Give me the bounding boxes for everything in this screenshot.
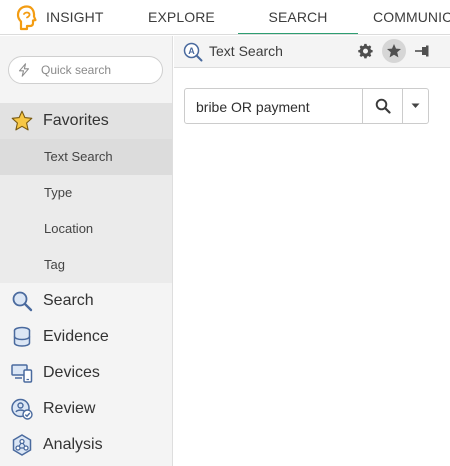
sidebar-item-analysis[interactable]: Analysis	[0, 427, 172, 463]
text-search-input[interactable]	[196, 97, 356, 117]
search-options-dropdown[interactable]	[402, 89, 428, 123]
favorites-list: Text Search Type Location Tag	[0, 139, 172, 283]
sidebar-nav: Favorites Text Search Type Location Tag …	[0, 103, 172, 463]
text-search-box	[184, 88, 429, 124]
sidebar-item-label: Devices	[43, 364, 100, 381]
bolt-icon	[18, 63, 30, 77]
sidebar-item-label: Search	[43, 292, 94, 309]
search-icon	[375, 98, 391, 114]
search-submit-button[interactable]	[362, 89, 402, 123]
settings-button[interactable]	[354, 39, 378, 63]
favorite-item-location[interactable]: Location	[0, 211, 172, 247]
analysis-icon	[12, 434, 32, 456]
sidebar-item-search[interactable]: Search	[0, 283, 172, 319]
sidebar: Favorites Text Search Type Location Tag …	[0, 36, 173, 466]
sidebar-item-label: Evidence	[43, 328, 109, 345]
caret-down-icon	[411, 103, 420, 108]
sidebar-item-label: Analysis	[43, 436, 103, 453]
tab-explore[interactable]: EXPLORE	[148, 0, 215, 34]
sidebar-item-favorites[interactable]: Favorites	[0, 103, 172, 139]
database-icon	[13, 326, 31, 347]
favorites-label: Favorites	[43, 112, 109, 129]
favorite-item-tag[interactable]: Tag	[0, 247, 172, 283]
sidebar-item-review[interactable]: Review	[0, 391, 172, 427]
brand-head-icon[interactable]	[16, 5, 38, 31]
gear-icon	[358, 43, 373, 59]
tab-insight[interactable]: INSIGHT	[46, 0, 103, 34]
quick-search-box[interactable]	[8, 56, 163, 84]
review-icon	[11, 398, 33, 420]
panel-header: A Text Search	[174, 36, 450, 68]
main-panel: A Text Search	[174, 36, 450, 466]
sidebar-item-evidence[interactable]: Evidence	[0, 319, 172, 355]
devices-icon	[11, 364, 33, 383]
text-search-icon: A	[183, 42, 203, 62]
quick-search-input[interactable]	[41, 61, 156, 79]
sidebar-item-label: Review	[43, 400, 96, 417]
svg-text:A: A	[188, 46, 195, 56]
star-icon	[387, 44, 401, 58]
favorite-item-text-search[interactable]: Text Search	[0, 139, 172, 175]
favorite-toggle-button[interactable]	[382, 39, 406, 63]
favorite-item-type[interactable]: Type	[0, 175, 172, 211]
pin-icon	[415, 45, 429, 57]
tab-communications[interactable]: COMMUNIC	[373, 0, 450, 34]
sidebar-item-devices[interactable]: Devices	[0, 355, 172, 391]
pin-button[interactable]	[410, 39, 434, 63]
magnifier-icon	[12, 291, 33, 312]
panel-title: Text Search	[209, 43, 283, 59]
tab-search[interactable]: SEARCH	[238, 0, 358, 34]
top-navigation: INSIGHT EXPLORE SEARCH COMMUNIC	[0, 0, 450, 35]
star-icon	[11, 110, 33, 131]
